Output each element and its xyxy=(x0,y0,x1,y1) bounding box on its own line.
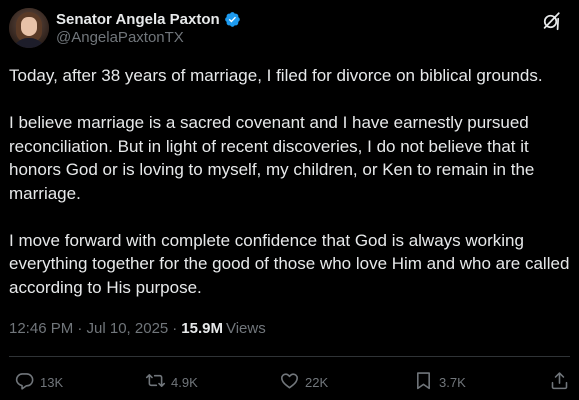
author-display-name[interactable]: Senator Angela Paxton xyxy=(56,11,220,28)
views-label: Views xyxy=(225,320,266,337)
share-button[interactable] xyxy=(549,370,570,394)
bookmark-count: 3.7K xyxy=(439,374,466,390)
repost-icon xyxy=(145,370,166,394)
verified-badge-icon xyxy=(224,11,241,28)
views-count: 15.9M xyxy=(181,320,223,337)
post-timestamp[interactable]: 12:46 PM · Jul 10, 2025 xyxy=(9,320,168,337)
heart-icon xyxy=(279,370,300,394)
reply-count: 13K xyxy=(40,374,64,390)
post-meta: 12:46 PM · Jul 10, 2025 · 15.9M Views xyxy=(9,320,266,337)
post-detail: Senator Angela Paxton @AngelaPaxtonTX To… xyxy=(0,0,579,400)
author-name-row: Senator Angela Paxton xyxy=(56,9,241,29)
post-paragraph: I move forward with complete confidence … xyxy=(9,230,570,297)
divider xyxy=(9,356,570,357)
repost-count: 4.9K xyxy=(171,374,198,390)
avatar-face xyxy=(21,17,37,36)
reply-icon xyxy=(14,370,35,394)
bookmark-button[interactable]: 3.7K xyxy=(413,370,466,394)
post-paragraph: Today, after 38 years of marriage, I fil… xyxy=(9,66,543,85)
meta-separator: · xyxy=(172,320,178,337)
post-header: Senator Angela Paxton @AngelaPaxtonTX xyxy=(9,8,570,50)
like-button[interactable]: 22K xyxy=(279,370,328,394)
share-icon xyxy=(549,370,570,394)
action-bar: 13K 4.9K 22K 3.7K xyxy=(9,370,570,394)
avatar[interactable] xyxy=(9,8,49,48)
reply-button[interactable]: 13K xyxy=(14,370,63,394)
author-handle[interactable]: @AngelaPaxtonTX xyxy=(56,29,184,46)
repost-button[interactable]: 4.9K xyxy=(145,370,198,394)
grok-icon[interactable] xyxy=(540,10,562,32)
bookmark-icon xyxy=(413,370,434,394)
like-count: 22K xyxy=(305,374,329,390)
post-paragraph: I believe marriage is a sacred covenant … xyxy=(9,113,535,203)
post-body: Today, after 38 years of marriage, I fil… xyxy=(9,64,571,299)
